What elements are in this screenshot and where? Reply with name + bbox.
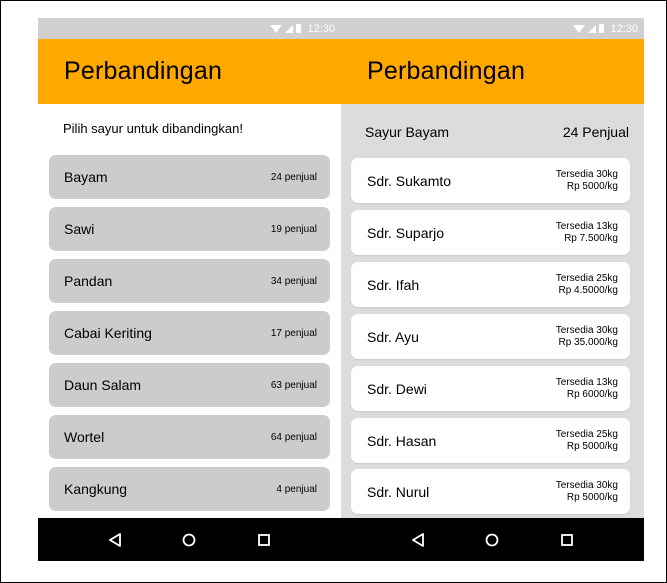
seller-name: Sdr. Dewi xyxy=(367,380,427,397)
seller-stock: Tersedia 30kg xyxy=(555,479,618,491)
seller-stock: Tersedia 30kg xyxy=(555,168,618,180)
canvas-frame: 12:30 Perbandingan Pilih sayur untuk dib… xyxy=(0,0,667,583)
seller-price: Rp 5000/kg xyxy=(566,491,618,503)
seller-name: Sdr. Nurul xyxy=(367,483,430,500)
home-circle-icon[interactable] xyxy=(482,530,502,550)
seller-count: 24 penjual xyxy=(270,171,317,183)
vegetable-name: Daun Salam xyxy=(64,377,142,393)
status-time: 12:30 xyxy=(610,22,638,35)
back-triangle-icon[interactable] xyxy=(408,530,428,550)
seller-price: Rp 4.5000/kg xyxy=(558,284,619,296)
seller-info: Tersedia 30kg Rp 5000/kg xyxy=(556,480,618,504)
battery-icon xyxy=(599,24,605,33)
seller-stock: Tersedia 13kg xyxy=(555,220,618,232)
vegetable-item-kangkung[interactable]: Kangkung 4 penjual xyxy=(49,467,330,511)
page-title: Perbandingan xyxy=(64,57,223,85)
vegetable-name: Sawi xyxy=(64,221,95,237)
seller-card-suparjo[interactable]: Sdr. Suparjo Tersedia 13kg Rp 7.500/kg xyxy=(351,210,630,255)
seller-info: Tersedia 13kg Rp 7.500/kg xyxy=(556,221,618,245)
seller-card-sukamto[interactable]: Sdr. Sukamto Tersedia 30kg Rp 5000/kg xyxy=(351,158,630,203)
seller-count: 64 penjual xyxy=(270,431,317,443)
seller-card-hasan[interactable]: Sdr. Hasan Tersedia 25kg Rp 5000/kg xyxy=(351,418,630,463)
signal-icon xyxy=(285,24,294,33)
seller-count: 63 penjual xyxy=(270,379,317,391)
seller-stock: Tersedia 13kg xyxy=(555,376,618,388)
seller-price: Rp 35.000/kg xyxy=(558,336,619,348)
wifi-icon xyxy=(573,24,586,33)
vegetable-item-sawi[interactable]: Sawi 19 penjual xyxy=(49,207,330,251)
vegetable-item-pandan[interactable]: Pandan 34 penjual xyxy=(49,259,330,303)
seller-info: Tersedia 25kg Rp 5000/kg xyxy=(556,429,618,453)
detail-header: Sayur Bayam 24 Penjual xyxy=(341,104,644,160)
wifi-icon xyxy=(270,24,283,33)
app-bar: Perbandingan xyxy=(38,39,341,104)
vegetable-item-daun-salam[interactable]: Daun Salam 63 penjual xyxy=(49,363,330,407)
selected-vegetable: Sayur Bayam xyxy=(365,124,450,140)
seller-count: 34 penjual xyxy=(270,275,317,287)
seller-info: Tersedia 13kg Rp 6000/kg xyxy=(556,377,618,401)
page-title: Perbandingan xyxy=(367,57,526,85)
seller-price: Rp 7.500/kg xyxy=(564,232,618,244)
back-triangle-icon[interactable] xyxy=(105,530,125,550)
seller-total: 24 Penjual xyxy=(562,124,629,140)
home-circle-icon[interactable] xyxy=(179,530,199,550)
battery-icon xyxy=(296,24,302,33)
recents-square-icon[interactable] xyxy=(557,530,577,550)
seller-price: Rp 6000/kg xyxy=(566,388,618,400)
navigation-bar xyxy=(38,518,341,561)
seller-card-nurul[interactable]: Sdr. Nurul Tersedia 30kg Rp 5000/kg xyxy=(351,469,630,514)
seller-name: Sdr. Ayu xyxy=(367,328,419,345)
status-bar: 12:30 xyxy=(38,18,341,39)
vegetable-name: Wortel xyxy=(64,429,105,445)
seller-card-ayu[interactable]: Sdr. Ayu Tersedia 30kg Rp 35.000/kg xyxy=(351,314,630,359)
recents-square-icon[interactable] xyxy=(254,530,274,550)
seller-name: Sdr. Ifah xyxy=(367,276,420,293)
seller-name: Sdr. Suparjo xyxy=(367,224,445,241)
vegetable-item-wortel[interactable]: Wortel 64 penjual xyxy=(49,415,330,459)
seller-price: Rp 5000/kg xyxy=(566,180,618,192)
seller-info: Tersedia 30kg Rp 35.000/kg xyxy=(556,325,618,349)
seller-stock: Tersedia 30kg xyxy=(555,324,618,336)
vegetable-item-bayam[interactable]: Bayam 24 penjual xyxy=(49,155,330,199)
seller-name: Sdr. Sukamto xyxy=(367,172,452,189)
vegetable-name: Bayam xyxy=(64,169,108,185)
app-bar: Perbandingan xyxy=(341,39,644,104)
phone-vegetable-list: 12:30 Perbandingan Pilih sayur untuk dib… xyxy=(38,18,341,561)
status-time: 12:30 xyxy=(307,22,335,35)
vegetable-name: Cabai Keriting xyxy=(64,325,152,341)
seller-stock: Tersedia 25kg xyxy=(555,428,618,440)
list-prompt: Pilih sayur untuk dibandingkan! xyxy=(63,121,243,136)
seller-card-ifah[interactable]: Sdr. Ifah Tersedia 25kg Rp 4.5000/kg xyxy=(351,262,630,307)
seller-count: 4 penjual xyxy=(276,483,317,495)
seller-count: 17 penjual xyxy=(270,327,317,339)
seller-stock: Tersedia 25kg xyxy=(555,272,618,284)
navigation-bar xyxy=(341,518,644,561)
seller-count: 19 penjual xyxy=(270,223,317,235)
seller-price: Rp 5000/kg xyxy=(566,440,618,452)
signal-icon xyxy=(588,24,597,33)
vegetable-name: Kangkung xyxy=(64,481,128,497)
seller-info: Tersedia 30kg Rp 5000/kg xyxy=(556,169,618,193)
seller-card-dewi[interactable]: Sdr. Dewi Tersedia 13kg Rp 6000/kg xyxy=(351,366,630,411)
status-bar: 12:30 xyxy=(341,18,644,39)
seller-name: Sdr. Hasan xyxy=(367,432,437,449)
phone-seller-comparison: 12:30 Perbandingan Sayur Bayam 24 Penjua… xyxy=(341,18,644,561)
vegetable-name: Pandan xyxy=(64,273,113,289)
vegetable-item-cabai-keriting[interactable]: Cabai Keriting 17 penjual xyxy=(49,311,330,355)
seller-info: Tersedia 25kg Rp 4.5000/kg xyxy=(556,273,618,297)
